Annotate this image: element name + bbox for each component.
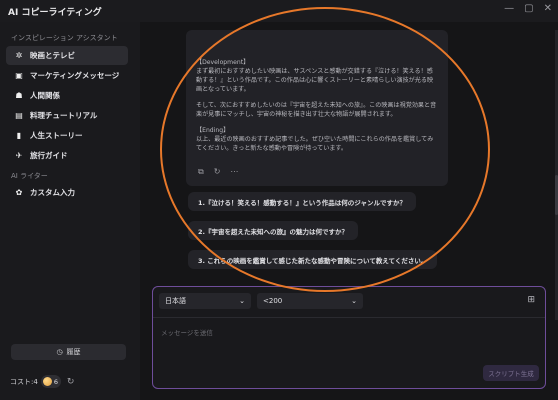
language-value: 日本語: [165, 297, 186, 305]
suggestion-item[interactable]: 1.『泣ける！笑える！感動する！』という作品は何のジャンルですか？: [188, 192, 416, 211]
chart-icon: ▣: [15, 71, 23, 80]
coin-badge: 6: [40, 375, 61, 388]
copy-icon[interactable]: ⧉: [198, 167, 204, 176]
chat-area: 【Development】 まず最初におすすめしたい映画は、サスペンスと感動が交…: [140, 22, 558, 400]
add-prompt-icon[interactable]: ⊞: [527, 295, 535, 305]
section-label-assistant: インスピレーション アシスタント: [11, 34, 118, 42]
message-input[interactable]: メッセージを送信: [161, 327, 213, 337]
sidebar-item-marketing[interactable]: ▣ マーケティングメッセージ: [6, 66, 128, 85]
sidebar-item-label: マーケティングメッセージ: [30, 71, 120, 80]
chevron-down-icon: ⌄: [239, 297, 245, 305]
title-bar: AI コピーライティング — ▢ ✕: [0, 0, 558, 22]
suggestion-item[interactable]: 2.『宇宙を超えた未知への旅』の魅力は何ですか？: [188, 221, 358, 240]
sidebar-item-life-story[interactable]: ▮ 人生ストーリー: [6, 126, 128, 145]
clock-icon: ◷: [56, 348, 63, 356]
regenerate-icon[interactable]: ↻: [214, 167, 221, 176]
minimize-icon[interactable]: —: [504, 3, 514, 14]
history-label: 履歴: [66, 348, 81, 356]
close-icon[interactable]: ✕: [544, 3, 552, 14]
refresh-icon[interactable]: ↻: [67, 377, 75, 387]
film-icon: ✲: [15, 51, 23, 60]
language-select[interactable]: 日本語 ⌄: [159, 293, 251, 309]
sidebar-item-label: 料理チュートリアル: [30, 111, 98, 120]
sidebar-item-cooking[interactable]: ▤ 料理チュートリアル: [6, 106, 128, 125]
gear-icon: ✿: [15, 188, 23, 197]
response-paragraph: 【Development】 まず最初におすすめしたい映画は、サスペンスと感動が交…: [196, 59, 434, 93]
airplane-icon: ✈: [15, 151, 23, 160]
length-select[interactable]: <200 ⌄: [257, 293, 363, 309]
sidebar-item-label: カスタム入力: [30, 188, 75, 197]
response-card: 【Development】 まず最初におすすめしたい映画は、サスペンスと感動が交…: [186, 30, 448, 186]
coin-count: 6: [53, 377, 58, 386]
sidebar: インスピレーション アシスタント ✲ 映画とテレビ ▣ マーケティングメッセージ…: [0, 22, 140, 400]
composer: 日本語 ⌄ <200 ⌄ ⊞ メッセージを送信 スクリプト生成: [152, 286, 546, 389]
sidebar-item-label: 映画とテレビ: [30, 51, 75, 60]
sidebar-item-custom-input[interactable]: ✿ カスタム入力: [6, 183, 128, 202]
sidebar-item-label: 旅行ガイド: [30, 151, 68, 160]
cost-label: コスト:4: [10, 377, 38, 386]
cooking-icon: ▤: [15, 111, 23, 120]
app-title: AI コピーライティング: [8, 7, 102, 18]
generate-script-button[interactable]: スクリプト生成: [483, 365, 539, 381]
coin-icon: [42, 377, 52, 386]
people-icon: ☗: [15, 91, 23, 100]
response-actions: ⧉ ↻ ⋯: [198, 167, 238, 176]
length-value: <200: [263, 297, 283, 305]
history-button[interactable]: ◷ 履歴: [11, 344, 126, 360]
book-icon: ▮: [16, 131, 22, 140]
divider: [153, 317, 545, 318]
sidebar-item-label: 人生ストーリー: [30, 131, 83, 140]
maximize-icon[interactable]: ▢: [524, 3, 533, 14]
suggestion-item[interactable]: 3. これらの映画を鑑賞して感じた新たな感動や冒険について教えてください。: [188, 250, 438, 269]
section-label-writer: AI ライター: [11, 172, 48, 180]
sidebar-item-travel[interactable]: ✈ 旅行ガイド: [6, 146, 128, 165]
more-icon[interactable]: ⋯: [230, 167, 238, 176]
sidebar-item-relationships[interactable]: ☗ 人間関係: [6, 86, 128, 105]
response-paragraph: そして、次におすすめしたいのは『宇宙を超えた未知への旅』。この映画は視覚効果と音…: [196, 102, 437, 118]
sidebar-item-label: 人間関係: [30, 91, 60, 100]
sidebar-item-movies-tv[interactable]: ✲ 映画とテレビ: [6, 46, 128, 65]
window-controls: — ▢ ✕: [504, 3, 552, 14]
cost-row: コスト:4 6 ↻: [10, 375, 74, 388]
chevron-down-icon: ⌄: [351, 297, 357, 305]
response-paragraph: 【Ending】 以上、最近の映画のおすすめ記事でした。ぜひ空いた時間にこれらの…: [196, 127, 434, 152]
